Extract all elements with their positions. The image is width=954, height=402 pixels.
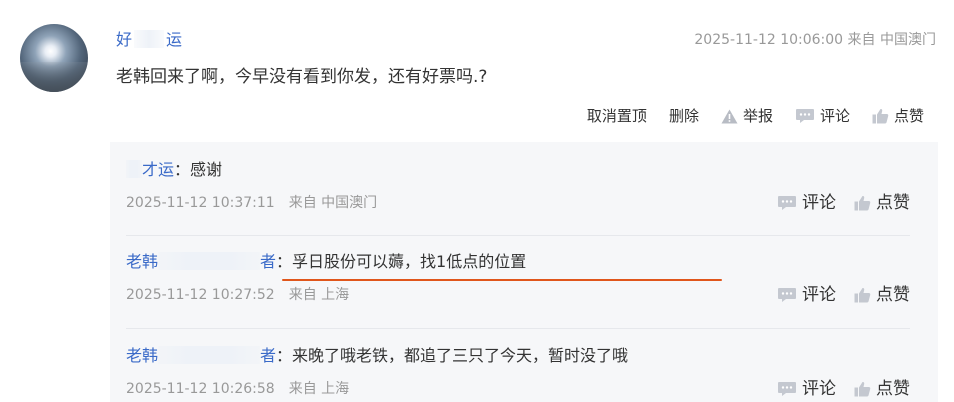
reply-actions: 评论 点赞 — [777, 192, 910, 214]
reply-source: 来自 上海 — [288, 287, 350, 303]
reply-source: 来自 中国澳门 — [288, 195, 378, 211]
reply-actions: 评论 点赞 — [777, 378, 910, 400]
reply-separator: ： — [276, 252, 293, 271]
report-label: 举报 — [742, 107, 773, 125]
reply-item: 老韩 者：孚日股份可以薅，找1低点的位置 2025-11-12 10:27:52 来… — [126, 250, 910, 306]
reply-like-button[interactable]: 点赞 — [854, 378, 910, 400]
reply-item: 老韩 者：来晚了哦老铁，都追了三只了今天，暂时没了哦 2025-11-12 10:… — [126, 344, 910, 400]
like-icon — [872, 108, 889, 124]
avatar[interactable] — [20, 24, 88, 92]
like-label: 点赞 — [893, 107, 924, 125]
reply-text: 孚日股份可以薅，找1低点的位置 — [292, 252, 527, 271]
reply-date: 2025-11-12 10:27:52 — [126, 287, 275, 303]
reply-username[interactable]: 才运 — [126, 160, 174, 179]
warning-icon — [721, 109, 738, 124]
reply-content: 老韩 者：孚日股份可以薅，找1低点的位置 — [126, 250, 910, 274]
reply-meta: 2025-11-12 10:26:58 来自 上海 评论 点赞 — [126, 378, 910, 400]
post-meta: 2025-11-12 10:06:00 来自 中国澳门 — [694, 28, 936, 52]
reply-actions: 评论 点赞 — [777, 284, 910, 306]
reply-divider — [126, 235, 910, 236]
reply-text: 感谢 — [190, 160, 223, 179]
reply-item: 才运：感谢 2025-11-12 10:37:11 来自 中国澳门 评论 点赞 — [126, 158, 910, 214]
delete-button[interactable]: 删除 — [669, 104, 699, 128]
reply-list: 才运：感谢 2025-11-12 10:37:11 来自 中国澳门 评论 点赞 … — [110, 142, 938, 402]
username-redaction — [158, 252, 261, 270]
reply-like-label: 点赞 — [876, 193, 910, 213]
reply-text: 来晚了哦老铁，都追了三只了今天，暂时没了哦 — [292, 346, 629, 365]
like-icon — [854, 287, 871, 303]
reply-username[interactable]: 老韩 者 — [126, 252, 276, 271]
reply-like-button[interactable]: 点赞 — [854, 284, 910, 306]
reply-username-part1: 老韩 — [126, 346, 159, 365]
post-username[interactable]: 好运 — [116, 28, 182, 52]
reply-username-part2: 才运 — [142, 160, 175, 179]
reply-source: 来自 上海 — [288, 381, 350, 397]
reply-date: 2025-11-12 10:26:58 — [126, 381, 275, 397]
comment-icon — [795, 108, 815, 124]
avatar-image-detail — [20, 62, 88, 92]
delete-label: 删除 — [668, 107, 699, 125]
like-button[interactable]: 点赞 — [872, 104, 924, 128]
post-text: 老韩回来了啊，今早没有看到你发，还有好票吗.? — [116, 67, 488, 87]
reply-comment-label: 评论 — [802, 285, 836, 305]
reply-username-part1: 老韩 — [126, 252, 159, 271]
report-button[interactable]: 举报 — [721, 104, 773, 128]
comment-thread: 好运 2025-11-12 10:06:00 来自 中国澳门 老韩回来了啊，今早… — [0, 0, 954, 402]
like-icon — [854, 381, 871, 397]
username-redaction — [126, 160, 142, 178]
reply-meta: 2025-11-12 10:27:52 来自 上海 评论 点赞 — [126, 284, 910, 306]
post-source: 来自 中国澳门 — [847, 32, 936, 48]
post-date: 2025-11-12 10:06:00 — [694, 32, 844, 48]
comment-button[interactable]: 评论 — [795, 104, 850, 128]
reply-username-part2: 者 — [260, 346, 277, 365]
reply-content: 才运：感谢 — [126, 158, 910, 182]
reply-comment-label: 评论 — [802, 193, 836, 213]
reply-like-button[interactable]: 点赞 — [854, 192, 910, 214]
reply-separator: ： — [174, 160, 191, 179]
reply-username[interactable]: 老韩 者 — [126, 346, 276, 365]
reply-comment-label: 评论 — [802, 379, 836, 399]
unpin-button[interactable]: 取消置顶 — [587, 104, 647, 128]
comment-icon — [777, 381, 797, 397]
reply-meta: 2025-11-12 10:37:11 来自 中国澳门 评论 点赞 — [126, 192, 910, 214]
post-actions: 取消置顶 删除 举报 评论 点赞 — [587, 104, 924, 128]
comment-icon — [777, 287, 797, 303]
comment-label: 评论 — [819, 107, 850, 125]
reply-content: 老韩 者：来晚了哦老铁，都追了三只了今天，暂时没了哦 — [126, 344, 910, 368]
unpin-label: 取消置顶 — [586, 107, 647, 125]
username-redaction — [158, 346, 261, 364]
reply-comment-button[interactable]: 评论 — [777, 192, 836, 214]
post-username-part2: 运 — [166, 30, 183, 49]
reply-username-part2: 者 — [260, 252, 277, 271]
highlight-underline — [282, 279, 722, 281]
reply-separator: ： — [276, 346, 293, 365]
reply-comment-button[interactable]: 评论 — [777, 284, 836, 306]
username-redaction — [134, 30, 165, 48]
reply-like-label: 点赞 — [876, 379, 910, 399]
reply-like-label: 点赞 — [876, 285, 910, 305]
post-username-part1: 好 — [116, 30, 133, 49]
reply-divider — [126, 328, 910, 329]
reply-comment-button[interactable]: 评论 — [777, 378, 836, 400]
comment-icon — [777, 195, 797, 211]
like-icon — [854, 195, 871, 211]
reply-date: 2025-11-12 10:37:11 — [126, 195, 275, 211]
